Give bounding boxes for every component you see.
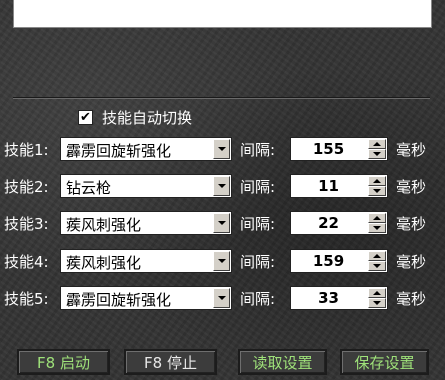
skill-select[interactable]: 钻云枪 bbox=[60, 174, 232, 198]
divider bbox=[13, 97, 430, 99]
save-settings-label: 保存设置 bbox=[354, 353, 415, 372]
skill-select-value: 霹雳回旋斩强化 bbox=[66, 291, 172, 309]
arrow-up-icon bbox=[373, 216, 381, 220]
interval-label: 间隔: bbox=[240, 141, 276, 159]
start-button-label: F8 启动 bbox=[37, 353, 90, 372]
stop-button-label: F8 停止 bbox=[144, 353, 197, 372]
arrow-down-icon bbox=[373, 226, 381, 230]
interval-value[interactable]: 155 bbox=[291, 140, 366, 158]
arrow-up-icon bbox=[373, 291, 381, 295]
interval-label: 间隔: bbox=[240, 290, 276, 308]
skill-label: 技能3: bbox=[4, 215, 49, 233]
skill-select-value: 蒺风刺强化 bbox=[66, 254, 142, 272]
unit-label: 毫秒 bbox=[396, 215, 427, 233]
auto-switch-option[interactable]: ✔ 技能自动切换 bbox=[78, 107, 192, 127]
skill-row-4: 技能4: 蒺风刺强化 间隔: 159 毫秒 bbox=[0, 248, 445, 276]
spin-down-button[interactable] bbox=[368, 149, 386, 159]
interval-label: 间隔: bbox=[240, 215, 276, 233]
stop-button[interactable]: F8 停止 bbox=[124, 349, 217, 375]
spin-down-button[interactable] bbox=[368, 261, 386, 271]
load-settings-label: 读取设置 bbox=[252, 353, 313, 372]
interval-label: 间隔: bbox=[240, 253, 276, 271]
skill-row-1: 技能1: 霹雳回旋斩强化 间隔: 155 毫秒 bbox=[0, 136, 445, 164]
spin-down-button[interactable] bbox=[368, 223, 386, 233]
interval-spinbox[interactable]: 22 bbox=[290, 211, 388, 235]
skill-label: 技能1: bbox=[4, 141, 49, 159]
arrow-up-icon bbox=[373, 254, 381, 258]
interval-spinbox[interactable]: 159 bbox=[290, 249, 388, 273]
chevron-down-icon bbox=[217, 221, 226, 225]
interval-label: 间隔: bbox=[240, 178, 276, 196]
skill-label: 技能4: bbox=[4, 253, 49, 271]
unit-label: 毫秒 bbox=[396, 253, 427, 271]
unit-label: 毫秒 bbox=[396, 141, 427, 159]
skill-label: 技能2: bbox=[4, 178, 49, 196]
skill-row-3: 技能3: 蒺风刺强化 间隔: 22 毫秒 bbox=[0, 210, 445, 238]
spin-up-button[interactable] bbox=[368, 288, 386, 298]
skill-select-value: 霹雳回旋斩强化 bbox=[66, 142, 172, 160]
checkmark-icon: ✔ bbox=[80, 109, 91, 125]
interval-spinbox[interactable]: 11 bbox=[290, 174, 388, 198]
unit-label: 毫秒 bbox=[396, 290, 427, 308]
arrow-up-icon bbox=[373, 179, 381, 183]
auto-switch-checkbox[interactable]: ✔ bbox=[78, 109, 93, 125]
arrow-down-icon bbox=[373, 264, 381, 268]
chevron-down-icon bbox=[217, 184, 226, 188]
interval-value[interactable]: 159 bbox=[291, 252, 366, 270]
spin-down-button[interactable] bbox=[368, 186, 386, 196]
dropdown-button[interactable] bbox=[213, 139, 230, 159]
chevron-down-icon bbox=[217, 259, 226, 263]
skill-select[interactable]: 霹雳回旋斩强化 bbox=[60, 286, 232, 310]
unit-label: 毫秒 bbox=[396, 178, 427, 196]
interval-value[interactable]: 22 bbox=[291, 214, 366, 232]
load-settings-button[interactable]: 读取设置 bbox=[238, 349, 327, 375]
spin-up-button[interactable] bbox=[368, 176, 386, 186]
skill-label: 技能5: bbox=[4, 290, 49, 308]
spin-up-button[interactable] bbox=[368, 139, 386, 149]
skill-select[interactable]: 蒺风刺强化 bbox=[60, 249, 232, 273]
interval-value[interactable]: 33 bbox=[291, 289, 366, 307]
interval-value[interactable]: 11 bbox=[291, 177, 366, 195]
skill-select-value: 蒺风刺强化 bbox=[66, 216, 142, 234]
arrow-up-icon bbox=[373, 142, 381, 146]
auto-switch-label: 技能自动切换 bbox=[102, 108, 193, 127]
log-textbox[interactable] bbox=[13, 0, 432, 28]
interval-spinbox[interactable]: 33 bbox=[290, 286, 388, 310]
skill-select-value: 钻云枪 bbox=[66, 179, 112, 197]
start-button[interactable]: F8 启动 bbox=[17, 349, 110, 375]
dropdown-button[interactable] bbox=[213, 176, 230, 196]
dropdown-button[interactable] bbox=[213, 251, 230, 271]
skill-row-5: 技能5: 霹雳回旋斩强化 间隔: 33 毫秒 bbox=[0, 285, 445, 313]
dropdown-button[interactable] bbox=[213, 288, 230, 308]
spin-down-button[interactable] bbox=[368, 298, 386, 308]
interval-spinbox[interactable]: 155 bbox=[290, 137, 388, 161]
skill-row-2: 技能2: 钻云枪 间隔: 11 毫秒 bbox=[0, 173, 445, 201]
arrow-down-icon bbox=[373, 301, 381, 305]
spin-up-button[interactable] bbox=[368, 213, 386, 223]
chevron-down-icon bbox=[217, 147, 226, 151]
arrow-down-icon bbox=[373, 189, 381, 193]
skill-select[interactable]: 霹雳回旋斩强化 bbox=[60, 137, 232, 161]
chevron-down-icon bbox=[217, 296, 226, 300]
spin-up-button[interactable] bbox=[368, 251, 386, 261]
skill-select[interactable]: 蒺风刺强化 bbox=[60, 211, 232, 235]
save-settings-button[interactable]: 保存设置 bbox=[340, 349, 429, 375]
dropdown-button[interactable] bbox=[213, 213, 230, 233]
arrow-down-icon bbox=[373, 152, 381, 156]
